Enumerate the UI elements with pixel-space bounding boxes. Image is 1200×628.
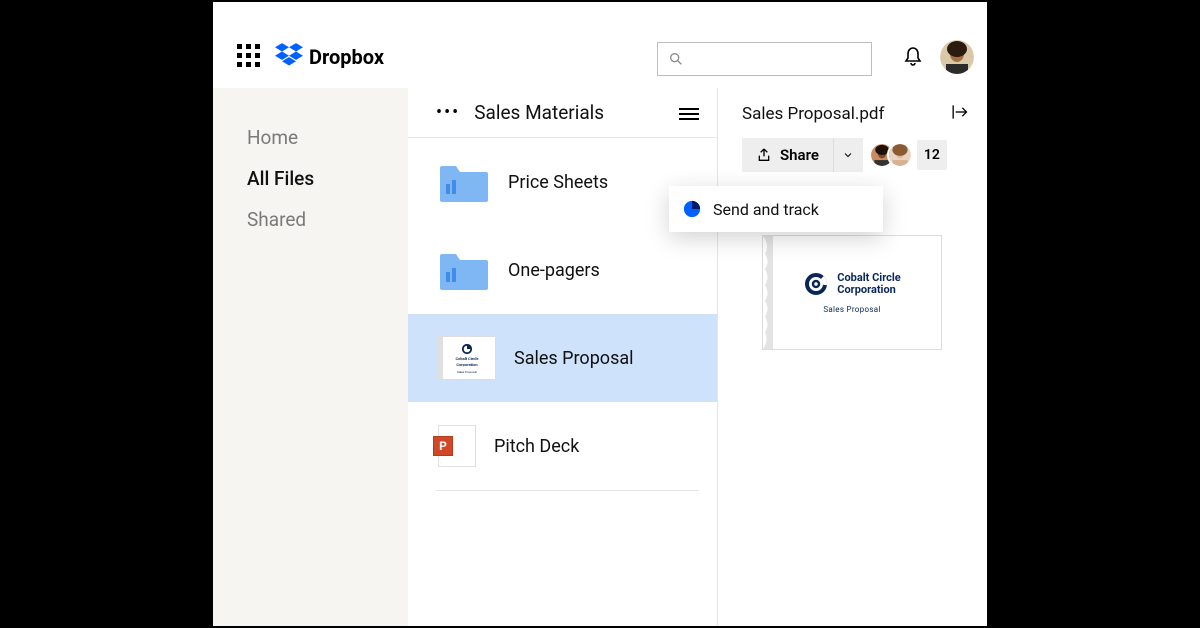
user-avatar[interactable] (940, 40, 974, 74)
file-label: Sales Proposal (514, 348, 634, 369)
preview-company-line2: Corporation (837, 284, 900, 296)
cobalt-logo-icon (803, 271, 829, 297)
share-button[interactable]: Share (742, 138, 833, 172)
file-preview[interactable]: Cobalt Circle Corporation Sales Proposal (762, 235, 942, 350)
sidebar: Home All Files Shared (213, 88, 408, 626)
view-options-icon[interactable] (679, 105, 699, 121)
file-list: ••• Sales Materials Price Sheets (408, 88, 717, 626)
powerpoint-icon: P (438, 425, 476, 467)
shared-avatars[interactable] (869, 142, 913, 168)
brand-name: Dropbox (309, 45, 384, 69)
file-thumbnail-icon: Cobalt Circle Corporation Sales Proposal (438, 336, 496, 380)
search-icon (668, 51, 684, 67)
file-row-pitch-deck[interactable]: P Pitch Deck (408, 402, 717, 490)
folder-icon (438, 248, 490, 292)
folder-title: Sales Materials (474, 101, 679, 124)
sidebar-item-shared[interactable]: Shared (247, 208, 408, 231)
file-row-sales-proposal[interactable]: Cobalt Circle Corporation Sales Proposal… (408, 314, 717, 402)
preview-subtitle: Sales Proposal (823, 305, 880, 314)
torn-edge-icon (763, 236, 773, 349)
file-label: One-pagers (508, 260, 600, 281)
share-menu-item[interactable]: Send and track (669, 186, 883, 232)
share-icon (756, 147, 772, 163)
app-launcher-icon[interactable] (237, 44, 261, 68)
more-icon[interactable]: ••• (436, 102, 460, 123)
search-input[interactable] (657, 42, 872, 76)
notifications-icon[interactable] (901, 45, 925, 69)
share-label: Share (780, 146, 819, 164)
share-dropdown[interactable] (833, 138, 863, 172)
file-label: Price Sheets (508, 172, 608, 193)
detail-panel: Sales Proposal.pdf Share 12 Info (717, 88, 987, 626)
sidebar-item-home[interactable]: Home (247, 126, 408, 149)
send-and-track-icon (683, 200, 701, 218)
folder-icon (438, 160, 490, 204)
avatar-count-badge[interactable]: 12 (917, 140, 947, 170)
divider (436, 490, 699, 491)
sidebar-item-all-files[interactable]: All Files (247, 167, 408, 190)
dropbox-logo-icon[interactable] (275, 43, 303, 71)
folder-row-one-pagers[interactable]: One-pagers (408, 226, 717, 314)
file-label: Pitch Deck (494, 436, 579, 457)
popup-label: Send and track (713, 200, 819, 219)
detail-filename: Sales Proposal.pdf (742, 104, 884, 124)
avatar (887, 142, 913, 168)
collapse-panel-icon[interactable] (949, 102, 969, 126)
